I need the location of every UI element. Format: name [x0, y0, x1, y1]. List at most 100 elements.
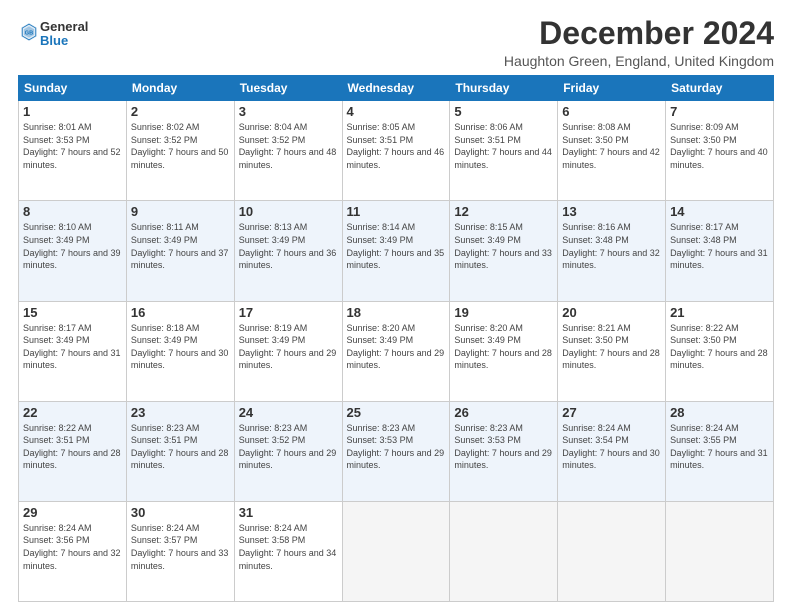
table-row: 10 Sunrise: 8:13 AMSunset: 3:49 PMDayligh… [234, 201, 342, 301]
day-number: 26 [454, 405, 553, 420]
day-number: 6 [562, 104, 661, 119]
table-row: 7 Sunrise: 8:09 AMSunset: 3:50 PMDaylight… [666, 101, 774, 201]
day-number: 18 [347, 305, 446, 320]
day-number: 7 [670, 104, 769, 119]
day-info: Sunrise: 8:06 AMSunset: 3:51 PMDaylight:… [454, 121, 553, 171]
header-row: Sunday Monday Tuesday Wednesday Thursday… [19, 76, 774, 101]
day-number: 13 [562, 204, 661, 219]
calendar-week-row: 8 Sunrise: 8:10 AMSunset: 3:49 PMDaylight… [19, 201, 774, 301]
table-row: 25Sunrise: 8:23 AMSunset: 3:53 PMDayligh… [342, 401, 450, 501]
day-info: Sunrise: 8:20 AMSunset: 3:49 PMDaylight:… [454, 322, 553, 372]
table-row: 20 Sunrise: 8:21 AMSunset: 3:50 PMDayligh… [558, 301, 666, 401]
table-row: 22 Sunrise: 8:22 AMSunset: 3:51 PMDayligh… [19, 401, 127, 501]
day-info: Sunrise: 8:16 AMSunset: 3:48 PMDaylight:… [562, 221, 661, 271]
day-number: 2 [131, 104, 230, 119]
day-info: Sunrise: 8:23 AMSunset: 3:53 PMDaylight:… [347, 422, 446, 472]
day-number: 11 [347, 204, 446, 219]
day-number: 16 [131, 305, 230, 320]
day-number: 8 [23, 204, 122, 219]
logo: GB General Blue [18, 20, 88, 49]
col-thursday: Thursday [450, 76, 558, 101]
day-info: Sunrise: 8:01 AMSunset: 3:53 PMDaylight:… [23, 121, 122, 171]
month-title: December 2024 [504, 16, 774, 51]
day-info: Sunrise: 8:19 AMSunset: 3:49 PMDaylight:… [239, 322, 338, 372]
table-row: 26Sunrise: 8:23 AMSunset: 3:53 PMDayligh… [450, 401, 558, 501]
table-row: 30 Sunrise: 8:24 AMSunset: 3:57 PMDayligh… [126, 501, 234, 601]
day-number: 10 [239, 204, 338, 219]
table-row: 18 Sunrise: 8:20 AMSunset: 3:49 PMDayligh… [342, 301, 450, 401]
day-info: Sunrise: 8:10 AMSunset: 3:49 PMDaylight:… [23, 221, 122, 271]
col-saturday: Saturday [666, 76, 774, 101]
day-number: 5 [454, 104, 553, 119]
day-number: 14 [670, 204, 769, 219]
logo-icon: GB [20, 21, 38, 43]
day-number: 9 [131, 204, 230, 219]
table-row: 2 Sunrise: 8:02 AMSunset: 3:52 PMDaylight… [126, 101, 234, 201]
day-info: Sunrise: 8:05 AMSunset: 3:51 PMDaylight:… [347, 121, 446, 171]
table-row [558, 501, 666, 601]
table-row: 3 Sunrise: 8:04 AMSunset: 3:52 PMDaylight… [234, 101, 342, 201]
day-number: 12 [454, 204, 553, 219]
day-number: 1 [23, 104, 122, 119]
day-number: 23 [131, 405, 230, 420]
table-row: 28 Sunrise: 8:24 AMSunset: 3:55 PMDayligh… [666, 401, 774, 501]
table-row [450, 501, 558, 601]
day-number: 20 [562, 305, 661, 320]
col-monday: Monday [126, 76, 234, 101]
header: GB General Blue December 2024 Haughton G… [18, 16, 774, 69]
table-row: 8 Sunrise: 8:10 AMSunset: 3:49 PMDaylight… [19, 201, 127, 301]
day-number: 29 [23, 505, 122, 520]
day-number: 27 [562, 405, 661, 420]
day-info: Sunrise: 8:24 AMSunset: 3:56 PMDaylight:… [23, 522, 122, 572]
table-row: 11 Sunrise: 8:14 AMSunset: 3:49 PMDayligh… [342, 201, 450, 301]
day-info: Sunrise: 8:13 AMSunset: 3:49 PMDaylight:… [239, 221, 338, 271]
day-info: Sunrise: 8:14 AMSunset: 3:49 PMDaylight:… [347, 221, 446, 271]
day-number: 17 [239, 305, 338, 320]
col-sunday: Sunday [19, 76, 127, 101]
calendar-table: Sunday Monday Tuesday Wednesday Thursday… [18, 75, 774, 602]
day-number: 4 [347, 104, 446, 119]
day-info: Sunrise: 8:09 AMSunset: 3:50 PMDaylight:… [670, 121, 769, 171]
col-tuesday: Tuesday [234, 76, 342, 101]
table-row: 12Sunrise: 8:15 AMSunset: 3:49 PMDayligh… [450, 201, 558, 301]
day-info: Sunrise: 8:23 AMSunset: 3:52 PMDaylight:… [239, 422, 338, 472]
table-row: 17 Sunrise: 8:19 AMSunset: 3:49 PMDayligh… [234, 301, 342, 401]
day-number: 15 [23, 305, 122, 320]
logo-text-line2: Blue [40, 34, 88, 48]
table-row: 23Sunrise: 8:23 AMSunset: 3:51 PMDayligh… [126, 401, 234, 501]
table-row [342, 501, 450, 601]
table-row [666, 501, 774, 601]
table-row: 29 Sunrise: 8:24 AMSunset: 3:56 PMDayligh… [19, 501, 127, 601]
day-info: Sunrise: 8:24 AMSunset: 3:55 PMDaylight:… [670, 422, 769, 472]
table-row: 1 Sunrise: 8:01 AMSunset: 3:53 PMDaylight… [19, 101, 127, 201]
table-row: 21Sunrise: 8:22 AMSunset: 3:50 PMDayligh… [666, 301, 774, 401]
day-info: Sunrise: 8:02 AMSunset: 3:52 PMDaylight:… [131, 121, 230, 171]
svg-text:GB: GB [25, 30, 33, 36]
calendar-week-row: 29 Sunrise: 8:24 AMSunset: 3:56 PMDayligh… [19, 501, 774, 601]
table-row: 19Sunrise: 8:20 AMSunset: 3:49 PMDayligh… [450, 301, 558, 401]
calendar-week-row: 22 Sunrise: 8:22 AMSunset: 3:51 PMDayligh… [19, 401, 774, 501]
calendar-week-row: 15 Sunrise: 8:17 AMSunset: 3:49 PMDayligh… [19, 301, 774, 401]
day-number: 3 [239, 104, 338, 119]
day-number: 24 [239, 405, 338, 420]
day-info: Sunrise: 8:22 AMSunset: 3:51 PMDaylight:… [23, 422, 122, 472]
day-number: 30 [131, 505, 230, 520]
day-info: Sunrise: 8:24 AMSunset: 3:54 PMDaylight:… [562, 422, 661, 472]
table-row: 15 Sunrise: 8:17 AMSunset: 3:49 PMDayligh… [19, 301, 127, 401]
day-number: 31 [239, 505, 338, 520]
table-row: 31Sunrise: 8:24 AMSunset: 3:58 PMDayligh… [234, 501, 342, 601]
day-info: Sunrise: 8:20 AMSunset: 3:49 PMDaylight:… [347, 322, 446, 372]
day-info: Sunrise: 8:21 AMSunset: 3:50 PMDaylight:… [562, 322, 661, 372]
table-row: 14Sunrise: 8:17 AMSunset: 3:48 PMDayligh… [666, 201, 774, 301]
day-info: Sunrise: 8:04 AMSunset: 3:52 PMDaylight:… [239, 121, 338, 171]
day-number: 22 [23, 405, 122, 420]
day-number: 28 [670, 405, 769, 420]
day-info: Sunrise: 8:17 AMSunset: 3:49 PMDaylight:… [23, 322, 122, 372]
table-row: 9Sunrise: 8:11 AMSunset: 3:49 PMDaylight… [126, 201, 234, 301]
day-info: Sunrise: 8:22 AMSunset: 3:50 PMDaylight:… [670, 322, 769, 372]
location: Haughton Green, England, United Kingdom [504, 53, 774, 69]
col-wednesday: Wednesday [342, 76, 450, 101]
table-row: 27 Sunrise: 8:24 AMSunset: 3:54 PMDayligh… [558, 401, 666, 501]
day-info: Sunrise: 8:24 AMSunset: 3:57 PMDaylight:… [131, 522, 230, 572]
calendar-page: GB General Blue December 2024 Haughton G… [0, 0, 792, 612]
